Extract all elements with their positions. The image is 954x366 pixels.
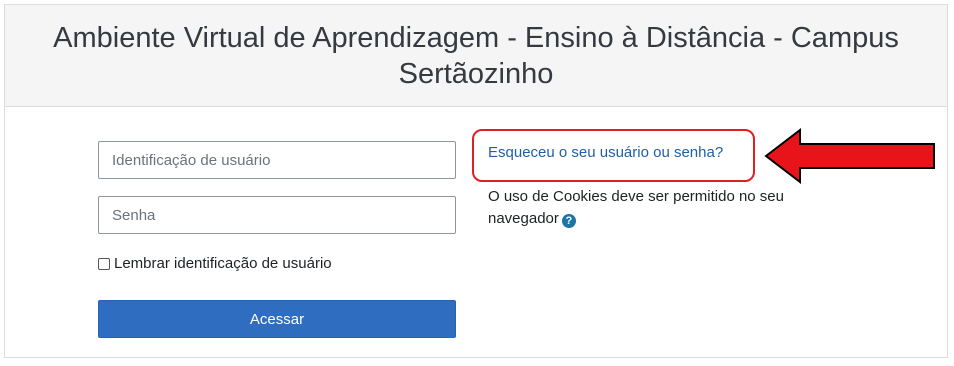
cookies-notice-text: O uso de Cookies deve ser permitido no s… [488,188,784,227]
question-circle-icon[interactable]: ? [561,214,576,228]
remember-username-checkbox[interactable] [98,257,110,270]
login-button[interactable]: Acessar [98,300,456,338]
page-header: Ambiente Virtual de Aprendizagem - Ensin… [5,5,947,107]
remember-username-option[interactable]: Lembrar identificação de usuário [98,255,332,272]
password-input[interactable] [98,196,456,234]
annotation-arrow-icon [764,127,935,185]
forgot-password-link[interactable]: Esqueceu o seu usuário ou senha? [488,144,723,161]
remember-username-label: Lembrar identificação de usuário [114,255,332,272]
cookies-notice: O uso de Cookies deve ser permitido no s… [488,186,818,230]
username-input[interactable] [98,141,456,179]
page-title: Ambiente Virtual de Aprendizagem - Ensin… [53,21,899,90]
login-button-label: Acessar [249,310,305,328]
